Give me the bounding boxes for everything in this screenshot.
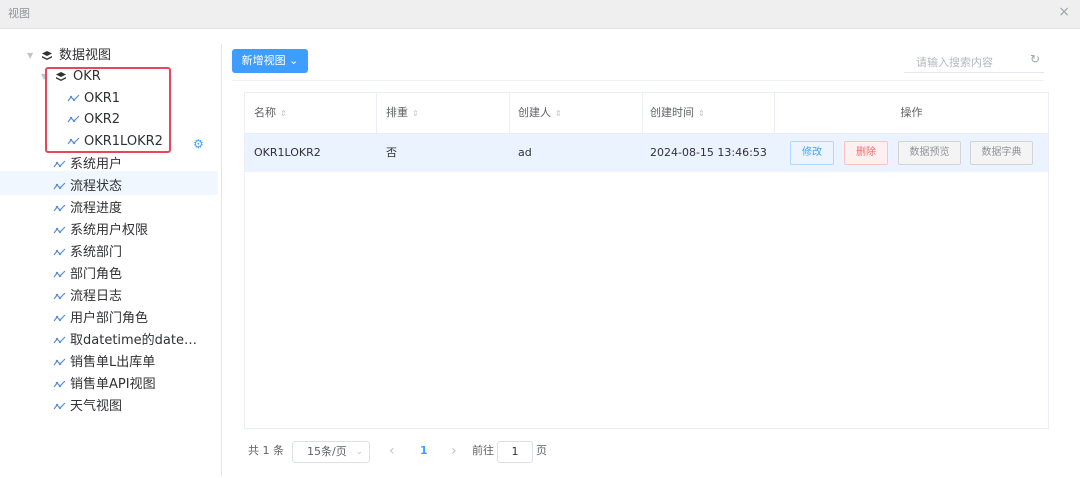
tree-node-label: 销售单L出库单: [70, 355, 156, 370]
page-size-value: 15条/页: [307, 445, 347, 458]
views-table: 名称 ⇕ 排重 ⇕ 创建人 ⇕ 创建时间 ⇕ 操作 OKR1LOKR2 否 ad 202…: [244, 92, 1049, 429]
column-divider: [509, 93, 510, 133]
column-header-name[interactable]: 名称 ⇕: [254, 93, 287, 133]
page-number-current[interactable]: 1: [420, 441, 428, 461]
tree-node-label: 系统用户权限: [70, 223, 149, 238]
header-label: 创建人: [518, 106, 551, 119]
panel-divider: [221, 44, 222, 476]
refresh-icon[interactable]: ↻: [1030, 52, 1040, 66]
tree-node-label: 用户部门角色: [70, 311, 149, 326]
sort-icon[interactable]: ⇕: [412, 109, 419, 118]
tree-node-label: 数据视图: [59, 48, 112, 63]
prev-page-icon[interactable]: ‹: [389, 441, 395, 461]
close-icon[interactable]: ×: [1058, 4, 1070, 20]
view-icon: [53, 357, 66, 367]
cell-creator: ad: [518, 146, 532, 159]
header-label: 操作: [900, 106, 923, 119]
tree-node-view[interactable]: 部门角色: [0, 265, 200, 285]
tree-node-label: 取datetime的date…: [70, 333, 197, 348]
tree-node-label: 系统部门: [70, 245, 123, 260]
view-icon: [53, 401, 66, 411]
tree-node-view[interactable]: 天气视图: [0, 397, 200, 417]
column-divider: [376, 93, 377, 133]
view-icon: [53, 181, 66, 191]
sort-icon[interactable]: ⇕: [280, 109, 287, 118]
column-header-actions: 操作: [775, 93, 1048, 133]
chevron-down-icon: ⌄: [355, 447, 363, 457]
view-icon: [53, 291, 66, 301]
tree-node-view[interactable]: 流程状态: [0, 177, 200, 197]
tree-node-label: 部门角色: [70, 267, 123, 282]
layers-icon: [41, 50, 53, 62]
tree-node-view[interactable]: 取datetime的date…: [0, 331, 200, 351]
tree-node-label: 流程进度: [70, 201, 123, 216]
column-divider: [642, 93, 643, 133]
dictionary-button[interactable]: 数据字典: [970, 141, 1033, 165]
next-page-icon[interactable]: ›: [451, 441, 457, 461]
gear-icon[interactable]: ⚙: [193, 137, 204, 151]
tree-node-root[interactable]: ▼ 数据视图: [0, 46, 200, 66]
cell-name: OKR1LOKR2: [254, 146, 321, 159]
delete-button[interactable]: 删除: [844, 141, 888, 165]
pagination-total: 共 1 条: [248, 444, 284, 457]
sort-icon[interactable]: ⇕: [698, 109, 705, 118]
view-icon: [53, 247, 66, 257]
goto-prefix: 前往: [472, 444, 494, 457]
tree-node-view[interactable]: 销售单L出库单: [0, 353, 200, 373]
goto-suffix: 页: [536, 444, 547, 457]
tree-node-view[interactable]: 销售单API视图: [0, 375, 200, 395]
caret-down-icon[interactable]: ▼: [27, 46, 33, 66]
column-header-sort[interactable]: 排重 ⇕: [386, 93, 419, 133]
column-header-creator[interactable]: 创建人 ⇕: [518, 93, 562, 133]
tree-node-view[interactable]: 系统用户权限: [0, 221, 200, 241]
tree-node-view[interactable]: 用户部门角色: [0, 309, 200, 329]
dialog-header: 视图 ×: [0, 0, 1080, 29]
toolbar-divider: [232, 80, 1044, 81]
column-header-created[interactable]: 创建时间 ⇕: [650, 93, 705, 133]
new-view-button[interactable]: 新增视图 ⌄: [232, 49, 308, 73]
tree-node-label: 天气视图: [70, 399, 123, 414]
goto-page-input[interactable]: 1: [497, 441, 533, 463]
preview-button[interactable]: 数据预览: [898, 141, 961, 165]
view-icon: [53, 159, 66, 169]
tree-node-view[interactable]: 流程日志: [0, 287, 200, 307]
cell-sort: 否: [386, 146, 397, 159]
new-view-label: 新增视图: [241, 54, 286, 67]
tree-node-label: 系统用户: [70, 157, 123, 172]
chevron-down-icon: ⌄: [289, 54, 299, 67]
tree-node-label: 流程状态: [70, 179, 123, 194]
cell-created: 2024-08-15 13:46:53: [650, 146, 767, 159]
header-label: 排重: [386, 106, 408, 119]
header-label: 创建时间: [650, 106, 694, 119]
view-icon: [53, 225, 66, 235]
table-row[interactable]: OKR1LOKR2 否 ad 2024-08-15 13:46:53 修改 删除…: [245, 133, 1048, 172]
view-icon: [53, 379, 66, 389]
highlight-box: [45, 67, 171, 153]
dialog-title: 视图: [8, 7, 30, 20]
tree-node-label: 流程日志: [70, 289, 123, 304]
header-label: 名称: [254, 106, 276, 119]
sort-icon[interactable]: ⇕: [555, 109, 562, 118]
page-size-select[interactable]: 15条/页 ⌄: [292, 441, 370, 463]
tree-node-label: 销售单API视图: [70, 377, 156, 392]
tree-node-view[interactable]: 系统用户: [0, 155, 200, 175]
search-box[interactable]: ↻: [904, 50, 1044, 73]
view-icon: [53, 203, 66, 213]
edit-button[interactable]: 修改: [790, 141, 834, 165]
search-input[interactable]: [914, 52, 1028, 72]
view-icon: [53, 335, 66, 345]
view-icon: [53, 269, 66, 279]
tree-node-view[interactable]: 系统部门: [0, 243, 200, 263]
view-icon: [53, 313, 66, 323]
tree-node-view[interactable]: 流程进度: [0, 199, 200, 219]
